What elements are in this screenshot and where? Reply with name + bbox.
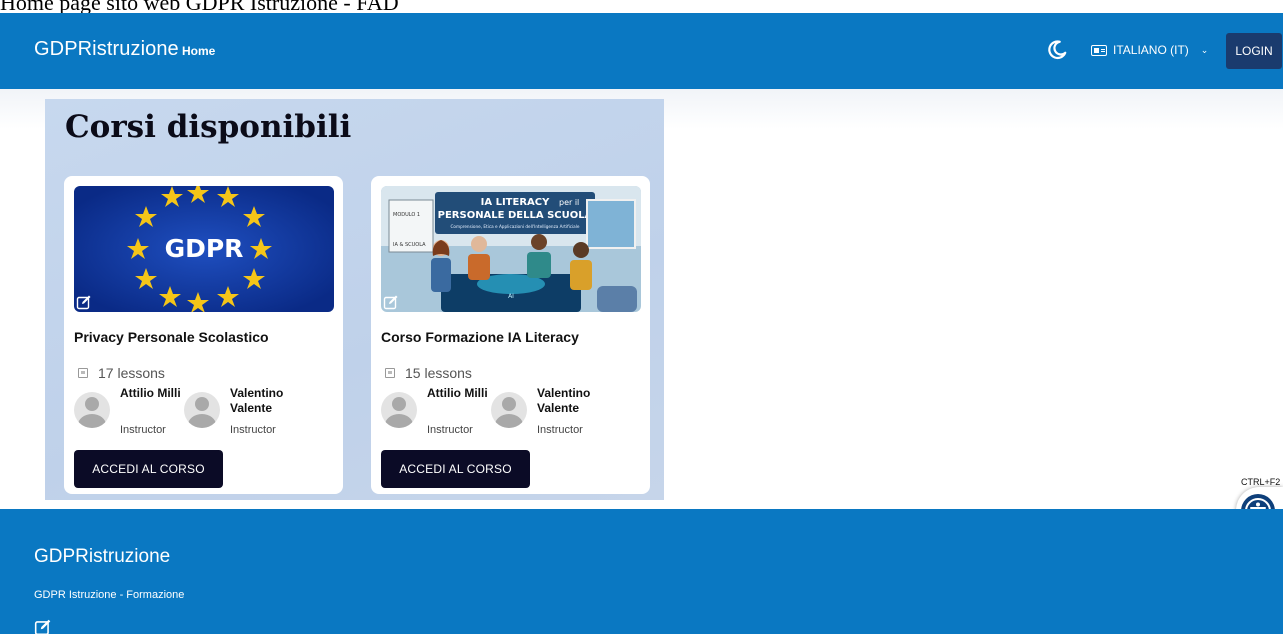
instructor-role: Instructor: [427, 424, 473, 436]
instructor: Valentino Valente Instructor: [184, 386, 294, 441]
lessons-label: 17 lessons: [98, 365, 165, 381]
instructor-name: Attilio Milli: [120, 386, 181, 400]
course-title[interactable]: Corso Formazione IA Literacy: [381, 329, 579, 345]
edit-icon[interactable]: [76, 294, 92, 310]
instructor: Valentino Valente Instructor: [491, 386, 601, 441]
instructor-role: Instructor: [537, 424, 583, 436]
language-icon: [1091, 44, 1107, 56]
instructor-name: Valentino Valente: [537, 386, 591, 415]
instructor-name: Valentino Valente: [230, 386, 284, 415]
moon-icon[interactable]: [1046, 39, 1068, 61]
page-caption: Home page sito web GDPR Istruzione - FAD: [0, 0, 399, 15]
edit-icon[interactable]: [383, 294, 399, 310]
top-navbar: GDPRistruzione Home ITALIANO (IT) ⌄ LOGI…: [0, 13, 1283, 89]
login-button[interactable]: LOGIN: [1226, 33, 1282, 69]
image-subtitle: Comprensione, Etica e Applicazioni dell'…: [451, 224, 580, 229]
courses-panel: Corsi disponibili GDPR Privacy Personale…: [45, 99, 664, 500]
image-title-line-1: IA LITERACY: [481, 197, 550, 208]
gdpr-banner-image: GDPR: [74, 186, 334, 312]
chevron-down-icon: ⌄: [1200, 44, 1209, 55]
lessons-label: 15 lessons: [405, 365, 472, 381]
avatar-icon: [381, 392, 417, 428]
course-card: MODULO 1 IA & SCUOLA IA LITERACY per il …: [371, 176, 650, 494]
gdpr-image-text: GDPR: [165, 234, 244, 263]
section-title: Corsi disponibili: [65, 109, 352, 145]
lessons-count: 17 lessons: [74, 365, 165, 381]
footer-subtitle: GDPR Istruzione - Formazione: [34, 589, 185, 601]
brand-logo[interactable]: GDPRistruzione: [34, 38, 179, 61]
access-course-button[interactable]: ACCEDI AL CORSO: [381, 450, 530, 488]
instructor: Attilio Milli Instructor: [381, 386, 491, 441]
book-icon: [385, 368, 395, 378]
edit-icon[interactable]: [34, 618, 52, 634]
language-selector[interactable]: ITALIANO (IT) ⌄: [1091, 41, 1208, 59]
ia-literacy-banner-image: MODULO 1 IA & SCUOLA IA LITERACY per il …: [381, 186, 641, 312]
language-label: ITALIANO (IT): [1113, 43, 1189, 57]
avatar-icon: [491, 392, 527, 428]
board-label: MODULO 1: [393, 212, 420, 218]
site-footer: GDPRistruzione GDPR Istruzione - Formazi…: [0, 509, 1283, 634]
course-image-ia-literacy[interactable]: MODULO 1 IA & SCUOLA IA LITERACY per il …: [381, 186, 641, 312]
access-course-button[interactable]: ACCEDI AL CORSO: [74, 450, 223, 488]
lessons-count: 15 lessons: [381, 365, 472, 381]
footer-brand[interactable]: GDPRistruzione: [34, 546, 170, 568]
table-label: AI: [508, 293, 514, 300]
course-card: GDPR Privacy Personale Scolastico 17 les…: [64, 176, 343, 494]
instructor-role: Instructor: [120, 424, 166, 436]
instructor-name: Attilio Milli: [427, 386, 488, 400]
nav-home-link[interactable]: Home: [182, 44, 215, 58]
image-title-line-2: PERSONALE DELLA SCUOLA: [438, 210, 593, 221]
instructor-role: Instructor: [230, 424, 276, 436]
instructor: Attilio Milli Instructor: [74, 386, 184, 441]
accessibility-shortcut: CTRL+F2: [1241, 477, 1281, 487]
avatar-icon: [184, 392, 220, 428]
board-label-2: IA & SCUOLA: [393, 242, 426, 248]
course-title[interactable]: Privacy Personale Scolastico: [74, 329, 269, 345]
course-image-gdpr[interactable]: GDPR: [74, 186, 334, 312]
book-icon: [78, 368, 88, 378]
avatar-icon: [74, 392, 110, 428]
image-title-suffix: per il: [559, 198, 579, 207]
